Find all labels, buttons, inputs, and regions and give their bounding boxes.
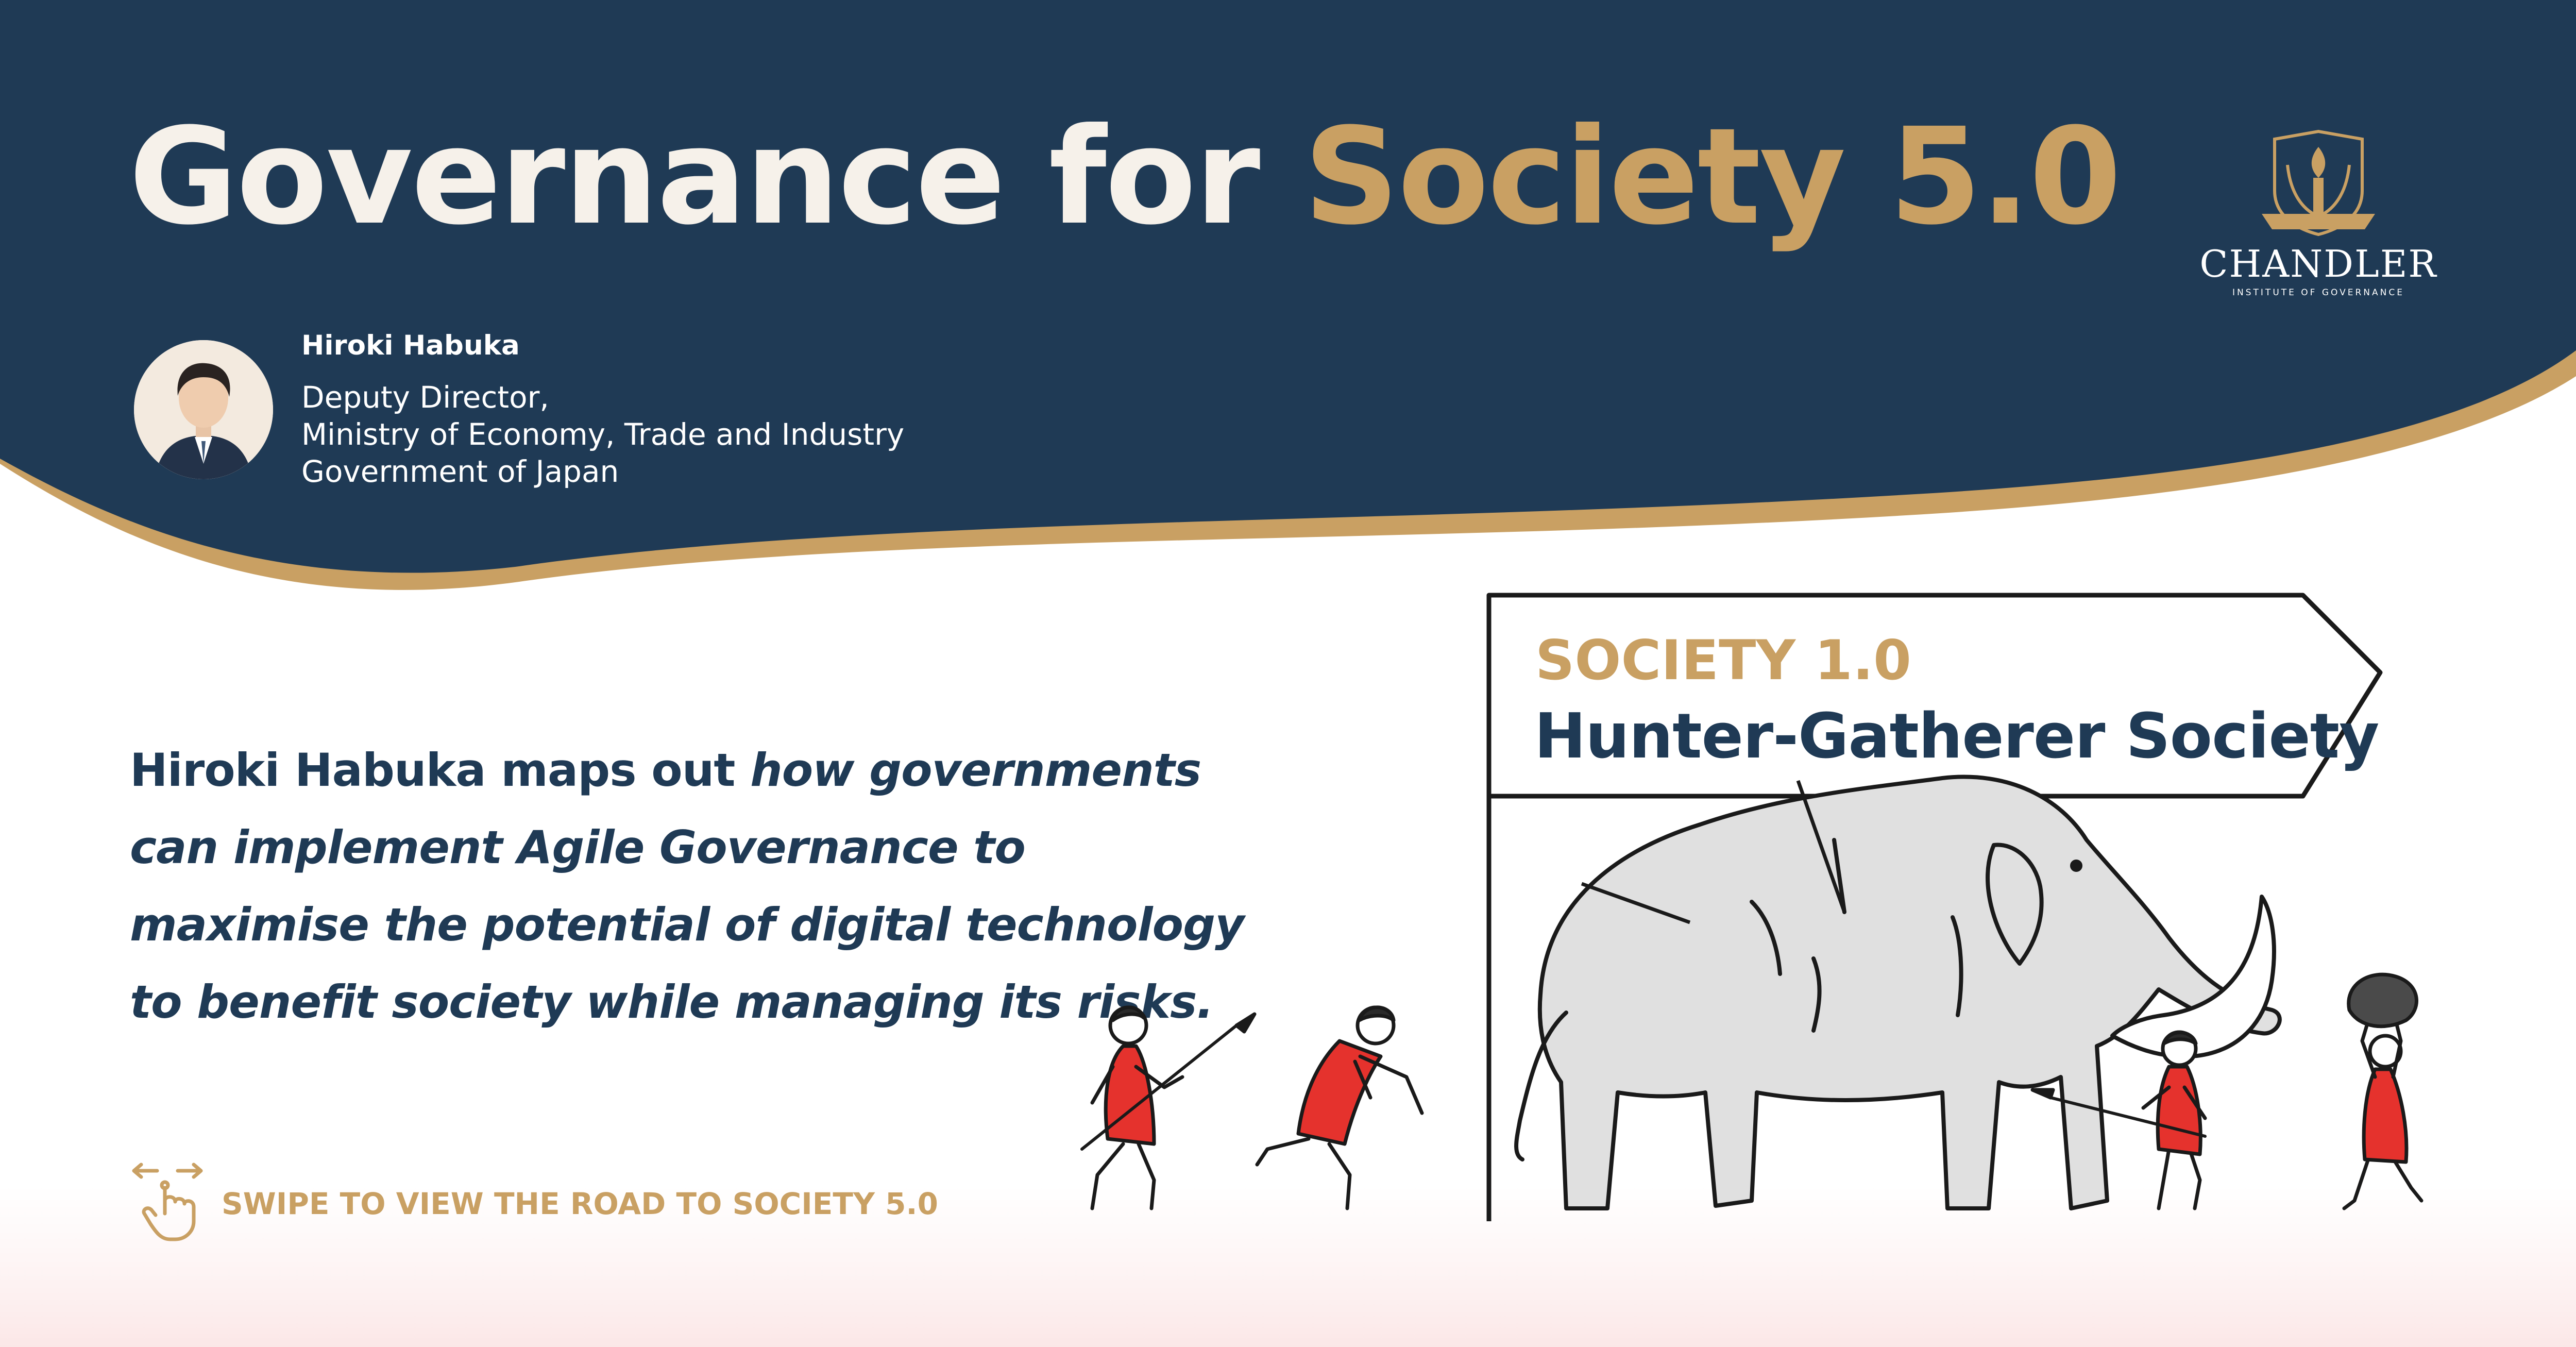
chandler-logo: CHANDLER INSTITUTE OF GOVERNANCE [2184, 129, 2452, 304]
swipe-cta[interactable]: SWIPE TO VIEW THE ROAD TO SOCIETY 5.0 [129, 1159, 938, 1242]
author-name: Hiroki Habuka [301, 330, 520, 361]
hunter-4 [2342, 972, 2424, 1210]
torch-crest-icon [2262, 129, 2375, 237]
title-part-1: Governance for [129, 99, 1304, 254]
sign-society-name: Hunter-Gatherer Society [1534, 701, 2379, 772]
title-part-2: Society 5.0 [1303, 99, 2122, 254]
author-role-line-1: Deputy Director, [301, 380, 549, 415]
hunter-gatherer-illustration [1080, 593, 2424, 1221]
author-block: Hiroki Habuka Deputy Director, Ministry … [301, 330, 904, 490]
author-avatar [134, 340, 273, 479]
sign-era-label: SOCIETY 1.0 [1535, 629, 1911, 692]
summary-text-plain: Hiroki Habuka maps out [130, 744, 751, 797]
page-title: Governance for Society 5.0 [129, 99, 2122, 254]
logo-subline: INSTITUTE OF GOVERNANCE [2232, 288, 2404, 298]
hunter-2 [1255, 1005, 1424, 1210]
author-role-line-3: Government of Japan [301, 454, 619, 489]
hunter-1 [1080, 1005, 1257, 1210]
author-role-line-2: Ministry of Economy, Trade and Industry [301, 417, 905, 452]
swipe-hand-icon [132, 1163, 203, 1241]
logo-wordmark: CHANDLER [2199, 242, 2437, 285]
swipe-label: SWIPE TO VIEW THE ROAD TO SOCIETY 5.0 [222, 1186, 938, 1221]
